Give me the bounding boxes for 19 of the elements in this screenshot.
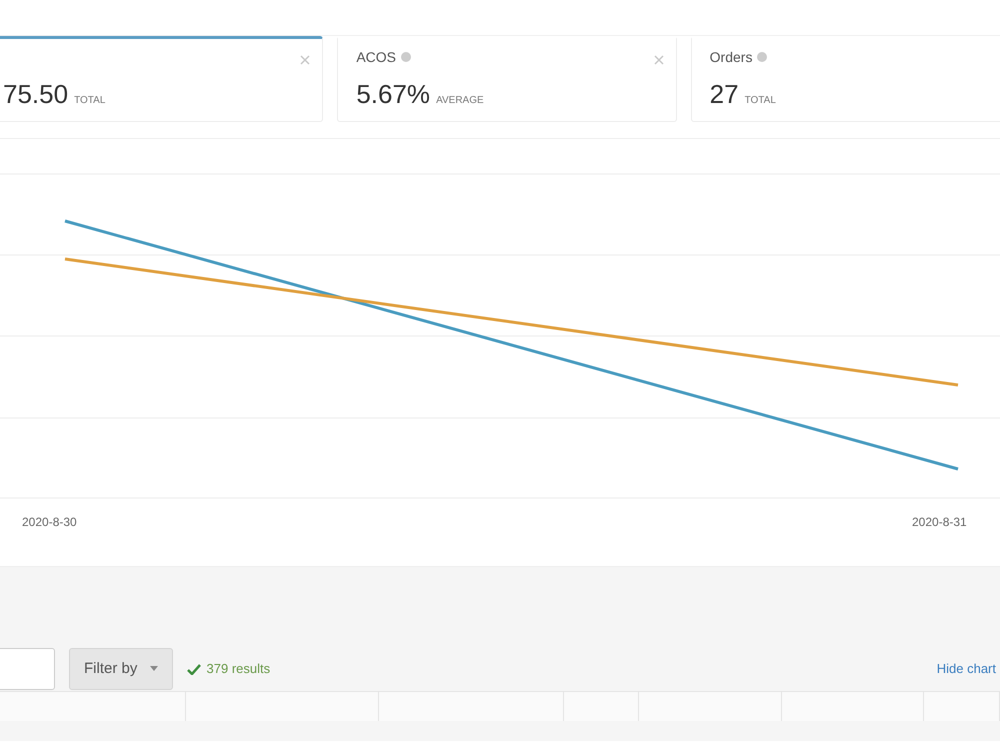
metric-unit: TOTAL xyxy=(744,95,776,106)
axis-label: 2020-8-31 xyxy=(912,515,967,529)
check-icon xyxy=(186,664,201,674)
results-count: 379 results xyxy=(206,660,270,678)
metric-card[interactable]: 75.50 TOTAL xyxy=(0,36,324,122)
metric-value: 5.67% xyxy=(356,79,430,109)
metric-card[interactable]: Orders 27 TOTAL xyxy=(690,36,1000,122)
metric-unit: TOTAL xyxy=(74,95,106,106)
hide-chart-link[interactable]: Hide chart xyxy=(936,659,996,679)
search-field[interactable] xyxy=(0,648,55,690)
metric-value: 27 xyxy=(710,79,739,109)
metric-unit: AVERAGE xyxy=(436,95,484,106)
metric-title: ACOS xyxy=(356,48,396,66)
axis-label: 2020-8-30 xyxy=(22,515,77,529)
metric-card[interactable]: ACOS 5.67% AVERAGE xyxy=(337,36,677,122)
caret-icon xyxy=(150,666,158,672)
metric-value: 75.50 xyxy=(3,79,68,109)
metric-title: Orders xyxy=(710,48,752,66)
filter-dropdown[interactable]: Filter by xyxy=(69,648,173,690)
